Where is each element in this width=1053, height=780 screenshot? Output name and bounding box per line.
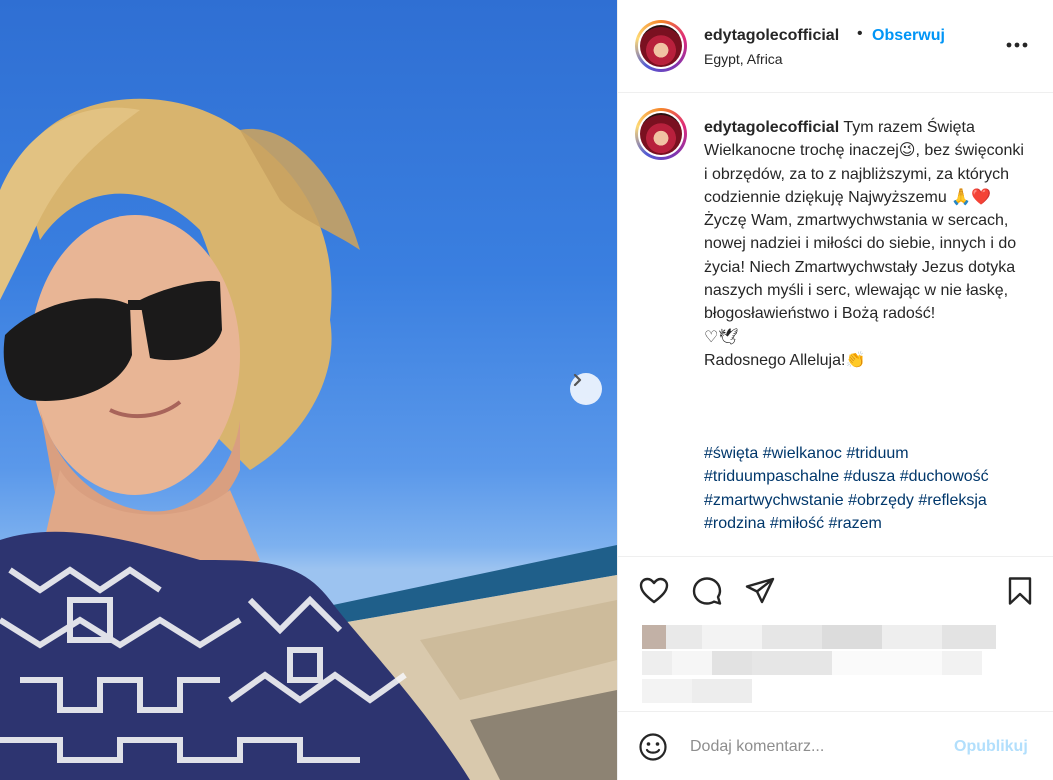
follow-button[interactable]: Obserwuj bbox=[872, 27, 945, 45]
bookmark-icon[interactable] bbox=[1004, 575, 1036, 607]
action-bar bbox=[618, 556, 1053, 711]
more-options-icon[interactable] bbox=[1004, 32, 1030, 58]
hashtag-link[interactable]: #rodzina bbox=[704, 515, 765, 532]
timestamp-blurred bbox=[642, 679, 752, 703]
hashtag-link[interactable]: #triduumpaschalne bbox=[704, 468, 839, 485]
hashtag-link[interactable]: #razem bbox=[829, 515, 882, 532]
separator-dot: • bbox=[857, 25, 863, 42]
hashtag-link[interactable]: #dusza bbox=[844, 468, 896, 485]
hashtag-list: #święta #wielkanoc #triduum #triduumpasc… bbox=[704, 442, 1024, 535]
caption-text-block: edytagolecofficial Tym razem Święta Wiel… bbox=[704, 116, 1024, 372]
hashtag-link[interactable]: #obrzędy bbox=[848, 492, 914, 509]
caption-section: edytagolecofficial Tym razem Święta Wiel… bbox=[618, 94, 1053, 556]
share-icon[interactable] bbox=[744, 575, 776, 607]
publish-button[interactable]: Opublikuj bbox=[954, 738, 1028, 756]
username-link[interactable]: edytagolecofficial bbox=[704, 27, 839, 45]
heart-icon[interactable] bbox=[638, 575, 670, 607]
emoji-icon[interactable] bbox=[638, 732, 668, 762]
hashtag-link[interactable]: #święta bbox=[704, 445, 758, 462]
hashtag-link[interactable]: #duchowość bbox=[900, 468, 989, 485]
hashtag-link[interactable]: #zmartwychwstanie bbox=[704, 492, 844, 509]
comment-form: Opublikuj bbox=[618, 711, 1053, 780]
caption-avatar[interactable] bbox=[635, 108, 687, 160]
hashtag-link[interactable]: #wielkanoc bbox=[763, 445, 842, 462]
likes-count-blurred bbox=[642, 651, 982, 675]
next-photo-button[interactable] bbox=[570, 373, 602, 405]
chevron-right-icon bbox=[573, 373, 582, 387]
hashtag-link[interactable]: #triduum bbox=[846, 445, 908, 462]
avatar[interactable] bbox=[635, 20, 687, 72]
caption-text: Tym razem Święta Wielkanocne trochę inac… bbox=[704, 119, 1024, 369]
hashtag-link[interactable]: #miłość bbox=[770, 515, 824, 532]
post-header: edytagolecofficial • Obserwuj Egypt, Afr… bbox=[618, 0, 1053, 93]
comment-input[interactable] bbox=[690, 736, 940, 758]
hashtag-link[interactable]: #refleksja bbox=[918, 492, 986, 509]
likes-summary-blurred bbox=[642, 625, 996, 649]
post-image bbox=[0, 98, 617, 780]
caption-username[interactable]: edytagolecofficial bbox=[704, 119, 839, 136]
location-link[interactable]: Egypt, Africa bbox=[704, 51, 783, 67]
post-photo bbox=[0, 0, 617, 780]
comment-icon[interactable] bbox=[691, 575, 723, 607]
post-sidebar: edytagolecofficial • Obserwuj Egypt, Afr… bbox=[617, 0, 1053, 780]
